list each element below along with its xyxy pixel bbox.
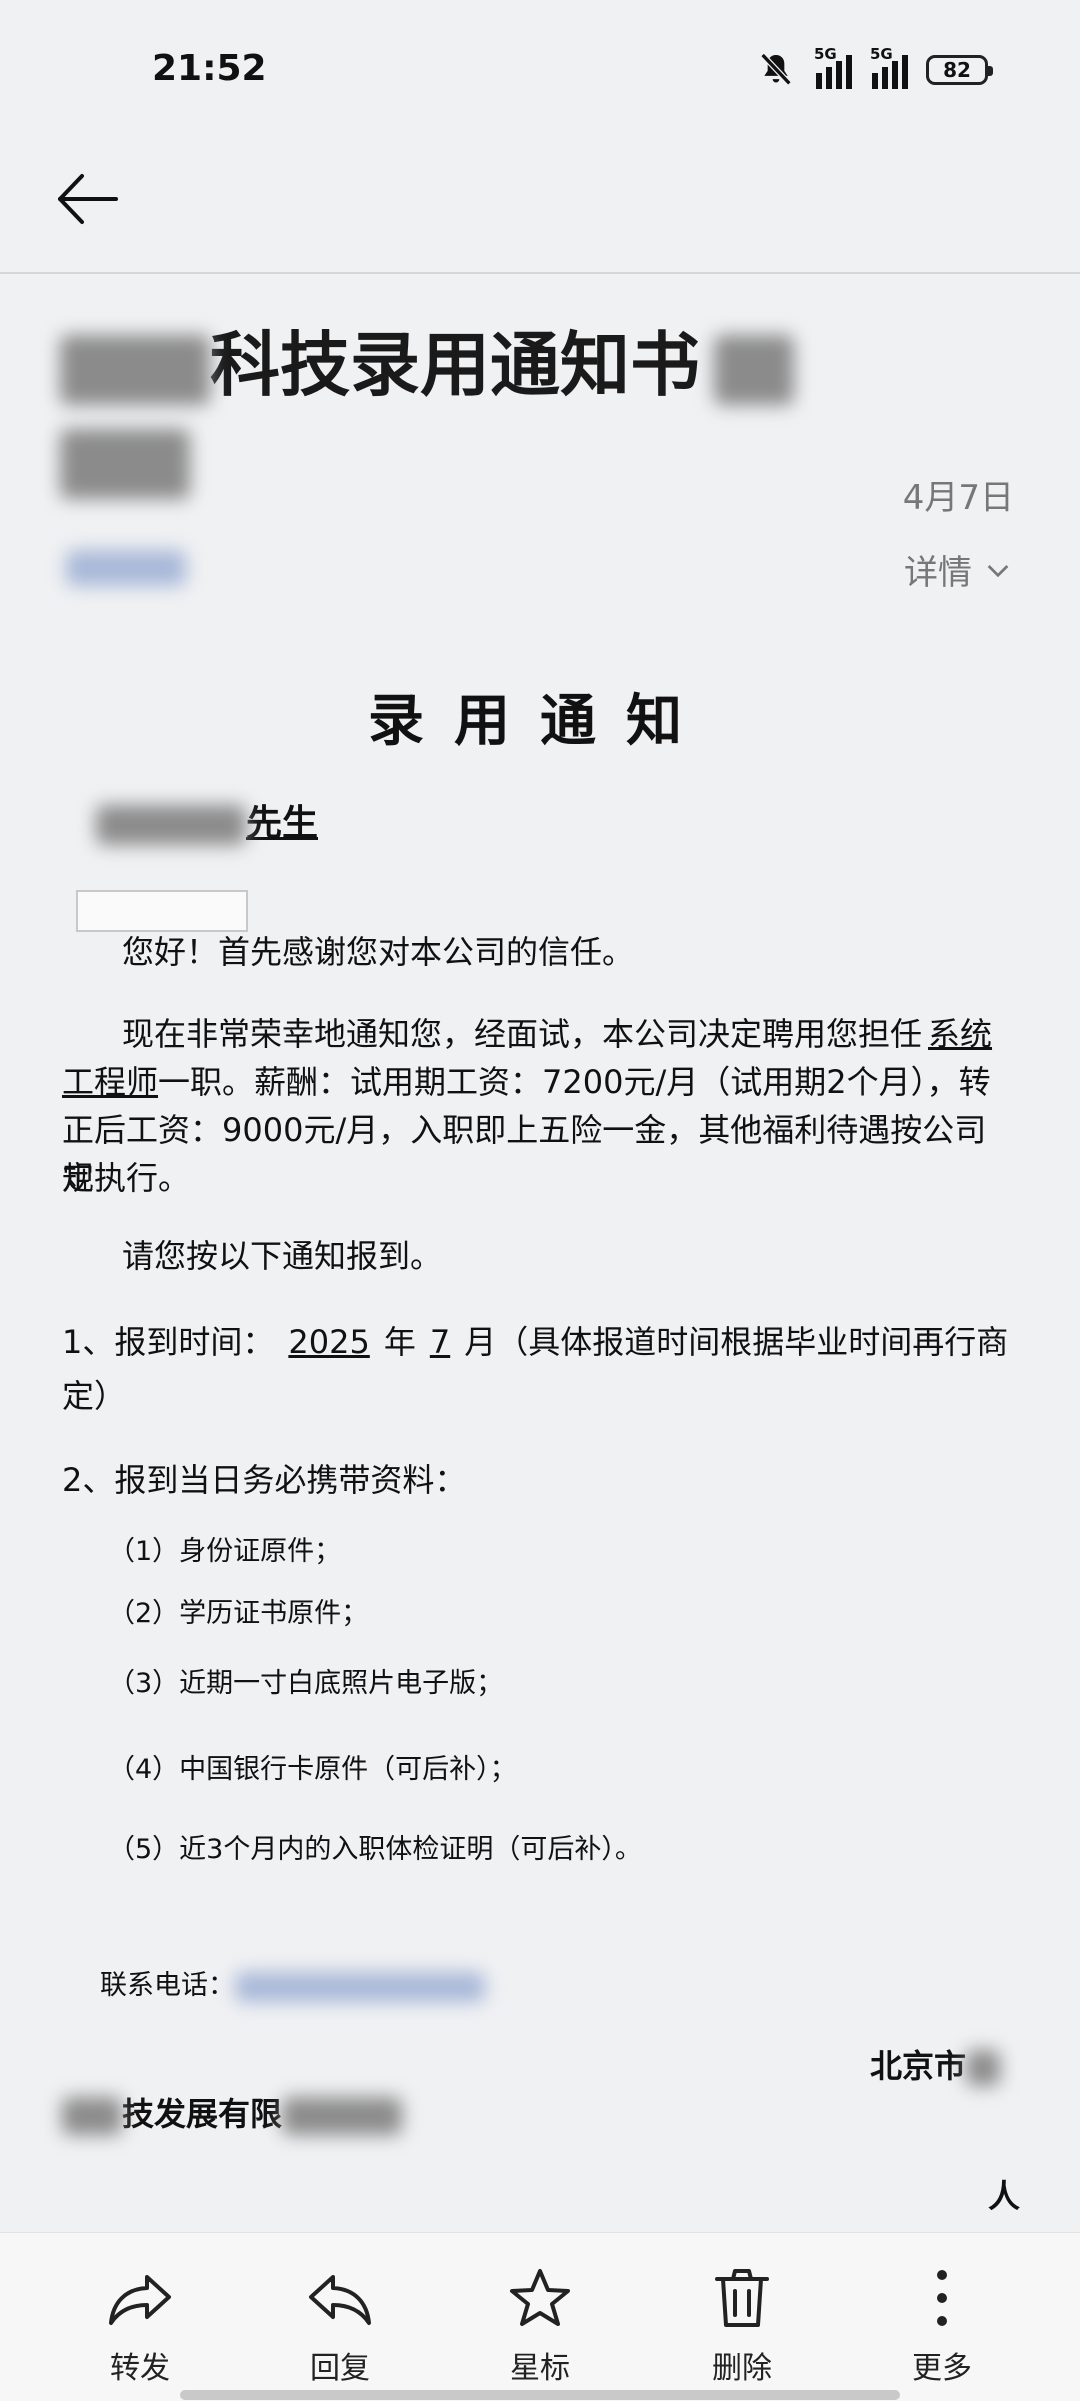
report-time-item-cont: 定） [62,1377,127,1415]
signal-icon-2: 5G [870,45,908,89]
trash-icon [715,2269,769,2327]
redacted-text [966,2050,1001,2086]
redacted-text [714,334,794,405]
contact-phone: 联系电话： [100,1962,1050,2010]
redacted-text [60,429,190,500]
delete-button[interactable]: 删除 [672,2263,812,2387]
status-bar: 21:52 5G 5G 82 [0,0,1080,140]
star-icon [510,2269,570,2326]
details-label: 详情 [904,553,972,593]
reply-button[interactable]: 回复 [270,2263,410,2387]
battery-level: 82 [943,58,971,82]
home-indicator[interactable] [180,2390,900,2400]
report-time-item: 1、报到时间： 2025 年 7 月（具体报道时间根据毕业时间再行商 [62,1323,1009,1361]
salutation: 先生 [96,800,1046,848]
paragraph-line: 定执行。 [62,1159,191,1197]
redacted-phone[interactable] [235,1971,485,2002]
paragraph-line: 现在非常荣幸地通知您，经面试，本公司决定聘用您担任 系统 [122,1015,993,1053]
paragraph-line: 工程师一职。薪酬：试用期工资：7200元/月（试用期2个月），转 [62,1063,991,1101]
reply-icon [309,2275,371,2325]
redacted-name [96,805,246,845]
signature-city: 北京市 [870,2042,1050,2090]
battery-icon: 82 [926,55,993,85]
status-time: 21:52 [152,48,267,89]
report-instruction: 请您按以下通知报到。 [122,1237,443,1275]
details-toggle[interactable]: 详情 [904,545,1014,594]
status-icons: 5G 5G 82 [756,45,993,90]
material-item: （4）中国银行卡原件（可后补）； [108,1754,517,1785]
material-item: （1）身份证原件； [108,1536,342,1567]
signal-icon-1: 5G [814,45,852,89]
redacted-text [62,2097,122,2135]
forward-button[interactable]: 转发 [70,2263,210,2387]
forward-icon [109,2275,171,2325]
email-date: 4月7日 [902,478,1014,518]
top-nav [0,140,1080,274]
muted-bell-icon [760,53,792,86]
more-vertical-icon [937,2270,947,2326]
material-item: （2）学历证书原件； [108,1598,369,1629]
redacted-text [282,2097,403,2135]
letter-title: 录用通知 [368,689,712,754]
more-button[interactable]: 更多 [872,2263,1012,2387]
signature-company: 技发展有限 [62,2090,1012,2138]
broken-image-placeholder [76,890,248,932]
material-item: （3）近期一寸白底照片电子版； [108,1668,504,1699]
chevron-down-icon [987,564,1009,577]
signature-person: 人 [988,2177,1021,2215]
redacted-sender[interactable] [66,550,186,586]
bottom-toolbar: 转发 回复 星标 删除 更多 [0,2232,1080,2401]
greeting: 您好！首先感谢您对本公司的信任。 [122,933,635,971]
email-subject: 科技录用通知书 [60,318,820,507]
star-button[interactable]: 星标 [470,2263,610,2387]
back-arrow-icon[interactable] [52,164,122,234]
material-item: （5）近3个月内的入职体检证明（可后补）。 [108,1834,642,1865]
materials-heading: 2、报到当日务必携带资料： [62,1461,467,1499]
redacted-text [60,334,210,405]
